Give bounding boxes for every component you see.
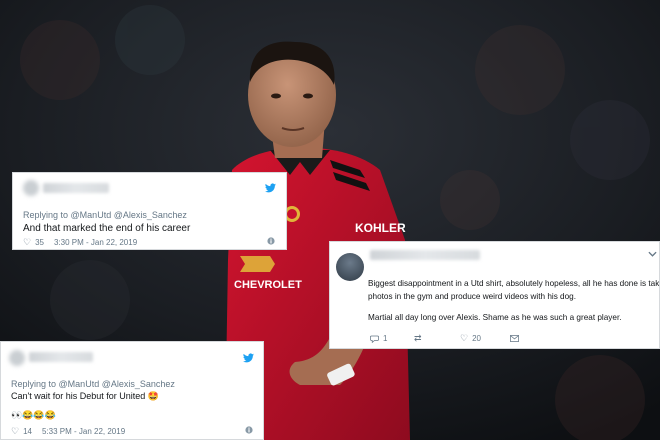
reply-action[interactable]: 1	[370, 334, 414, 343]
tweet-timestamp[interactable]: 3:30 PM - Jan 22, 2019	[54, 238, 137, 247]
tweet-meta: ♡ 35 3:30 PM - Jan 22, 2019	[23, 237, 137, 248]
shirt-sponsor-text: CHEVROLET	[234, 279, 302, 291]
blurred-username	[43, 183, 109, 193]
tweet-text: Can't wait for his Debut for United 🤩	[11, 391, 159, 401]
reply-handles-link[interactable]: @ManUtd @Alexis_Sanchez	[59, 379, 175, 389]
tweet-text-line-1: Biggest disappointment in a Utd shirt, a…	[368, 279, 660, 288]
like-count: 35	[35, 238, 44, 247]
tweet-actions: 1 ⇄ ♡ 20	[370, 333, 570, 344]
message-action[interactable]	[510, 335, 519, 342]
retweet-action[interactable]: ⇄	[414, 333, 460, 344]
reply-count: 1	[383, 334, 388, 343]
reply-handles-link[interactable]: @ManUtd @Alexis_Sanchez	[71, 210, 187, 220]
tweet-text: And that marked the end of his career	[23, 223, 191, 234]
chevron-down-icon[interactable]	[648, 251, 657, 257]
blurred-username	[370, 250, 480, 260]
heart-icon[interactable]: ♡	[11, 426, 19, 437]
heart-icon[interactable]: ♡	[23, 237, 31, 248]
blurred-avatar	[9, 350, 25, 366]
tweet-text-line-3: Martial all day long over Alexis. Shame …	[368, 313, 622, 322]
reply-icon	[370, 335, 379, 343]
tweet-card-1[interactable]: Replying to @ManUtd @Alexis_Sanchez And …	[12, 172, 287, 250]
reply-prefix: Replying to	[11, 379, 57, 389]
reply-to-line: Replying to @ManUtd @Alexis_Sanchez	[11, 379, 175, 389]
tweet-timestamp[interactable]: 5:33 PM - Jan 22, 2019	[42, 427, 125, 436]
like-action[interactable]: ♡ 20	[460, 333, 510, 344]
twitter-bird-icon	[265, 183, 276, 193]
like-count: 14	[23, 427, 32, 436]
blurred-username	[29, 352, 93, 362]
retweet-icon: ⇄	[414, 333, 422, 343]
kit-sponsor-text: KOHLER	[355, 221, 406, 235]
tweet-meta: ♡ 14 5:33 PM - Jan 22, 2019	[11, 426, 125, 437]
like-count: 20	[472, 334, 481, 343]
blurred-avatar	[23, 180, 39, 196]
heart-icon: ♡	[460, 333, 469, 343]
tweet-text-line-2: photos in the gym and produce weird vide…	[368, 292, 576, 301]
reply-to-line: Replying to @ManUtd @Alexis_Sanchez	[23, 210, 187, 220]
tweet-card-3[interactable]: Replying to @ManUtd @Alexis_Sanchez Can'…	[0, 341, 264, 440]
envelope-icon	[510, 335, 519, 342]
reply-prefix: Replying to	[23, 210, 69, 220]
user-avatar[interactable]	[336, 253, 364, 281]
tweet-card-2[interactable]: Biggest disappointment in a Utd shirt, a…	[329, 241, 660, 349]
info-icon[interactable]	[245, 426, 253, 434]
info-icon[interactable]	[267, 237, 275, 245]
tweet-emoji-line: 👀😂😂😂	[11, 410, 56, 420]
twitter-bird-icon	[243, 353, 254, 363]
